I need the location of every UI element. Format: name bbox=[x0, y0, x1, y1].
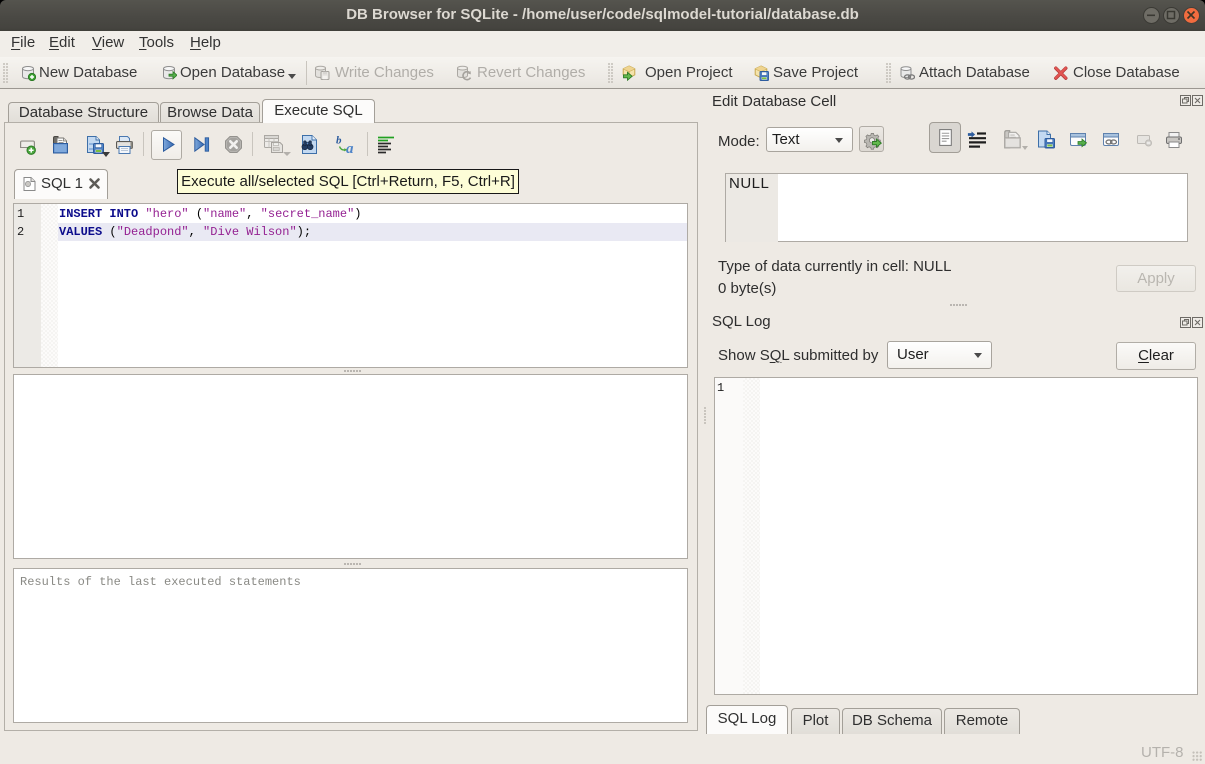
svg-text:a: a bbox=[346, 141, 354, 155]
svg-text:b: b bbox=[336, 135, 342, 147]
